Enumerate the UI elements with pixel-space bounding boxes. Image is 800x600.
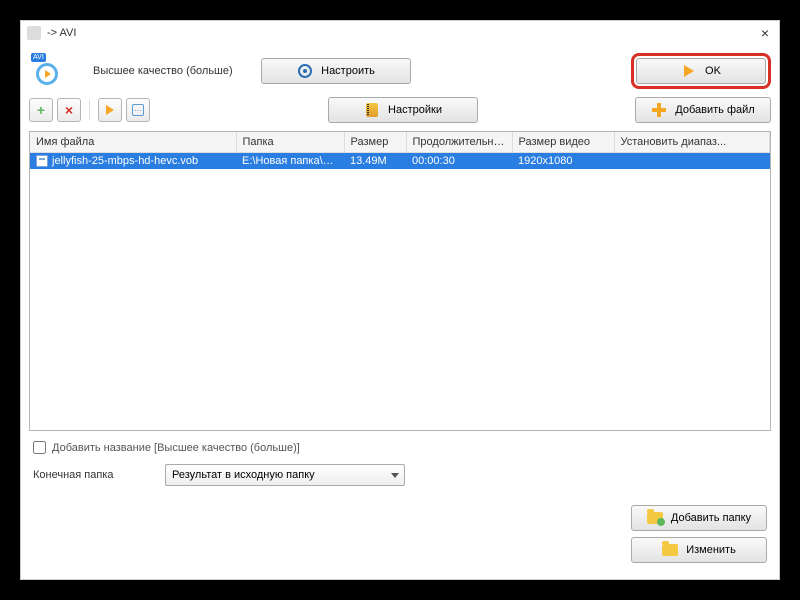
window-title: -> AVI (47, 27, 757, 39)
right-buttons: Добавить папку Изменить (631, 505, 767, 563)
add-folder-button[interactable]: Добавить папку (631, 505, 767, 531)
gear-icon (297, 63, 313, 79)
add-title-label: Добавить название [Высшее качество (боль… (52, 442, 300, 454)
ok-highlight: OK (631, 53, 771, 89)
titlebar: -> AVI × (21, 21, 779, 45)
change-button[interactable]: Изменить (631, 537, 767, 563)
plus-icon: + (37, 103, 45, 117)
folder-icon (662, 542, 678, 558)
close-button[interactable]: × (757, 25, 773, 41)
col-size[interactable]: Размер (344, 132, 406, 152)
arrow-icon (681, 63, 697, 79)
file-icon (36, 155, 48, 167)
info-button[interactable]: ⋯ (126, 98, 150, 122)
settings-button[interactable]: Настройки (328, 97, 478, 123)
col-filename[interactable]: Имя файла (30, 132, 236, 152)
folder-add-icon (647, 510, 663, 526)
content: AVI Высшее качество (больше) Настроить O… (21, 45, 779, 494)
ok-button[interactable]: OK (636, 58, 766, 84)
toolbar-row: + × ⋯ Настройки Добавить файл (29, 97, 771, 123)
output-folder-row: Конечная папка Результат в исходную папк… (33, 464, 767, 486)
add-title-checkbox[interactable] (33, 441, 46, 454)
dialog-window: -> AVI × AVI Высшее качество (больше) На… (20, 20, 780, 580)
app-icon (27, 26, 41, 40)
info-icon: ⋯ (132, 104, 144, 116)
table-header-row: Имя файла Папка Размер Продолжительность… (30, 132, 770, 152)
remove-button[interactable]: × (57, 98, 81, 122)
col-video-size[interactable]: Размер видео (512, 132, 614, 152)
add-button[interactable]: + (29, 98, 53, 122)
film-icon (364, 102, 380, 118)
configure-button[interactable]: Настроить (261, 58, 411, 84)
add-title-row: Добавить название [Высшее качество (боль… (33, 441, 767, 454)
plus-icon (651, 102, 667, 118)
output-folder-select[interactable]: Результат в исходную папку (165, 464, 405, 486)
add-file-button[interactable]: Добавить файл (635, 97, 771, 123)
output-folder-label: Конечная папка (33, 469, 153, 481)
play-icon (106, 105, 114, 115)
quality-label: Высшее качество (больше) (93, 65, 253, 77)
col-range[interactable]: Установить диапаз... (614, 132, 770, 152)
format-icon: AVI (33, 55, 65, 87)
col-duration[interactable]: Продолжительность (406, 132, 512, 152)
bottom-section: Добавить название [Высшее качество (боль… (29, 441, 771, 486)
top-row: AVI Высшее качество (больше) Настроить O… (29, 53, 771, 89)
col-folder[interactable]: Папка (236, 132, 344, 152)
file-table[interactable]: Имя файла Папка Размер Продолжительность… (29, 131, 771, 431)
delete-icon: × (65, 103, 73, 117)
play-button[interactable] (98, 98, 122, 122)
table-row[interactable]: jellyfish-25-mbps-hd-hevc.vob E:\Новая п… (30, 152, 770, 169)
